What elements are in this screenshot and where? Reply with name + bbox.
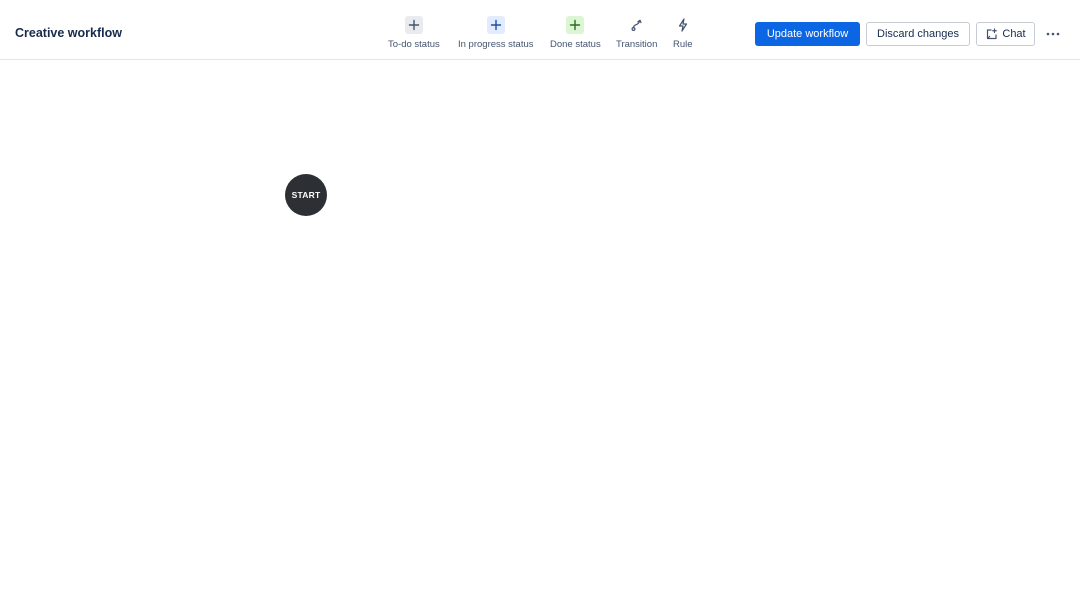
add-rule-button[interactable]: Rule [673, 16, 693, 50]
start-label: START [291, 190, 321, 200]
todo-status-label: To-do status [388, 39, 440, 50]
workflow-canvas[interactable]: START [0, 61, 1080, 608]
plus-icon [566, 16, 585, 34]
more-horizontal-icon [1046, 32, 1060, 36]
plus-icon [486, 16, 505, 34]
in-progress-status-label: In progress status [458, 39, 534, 50]
start-node[interactable]: START [285, 174, 327, 216]
lightning-icon [674, 16, 692, 34]
rule-label: Rule [673, 39, 693, 50]
chat-label: Chat [1002, 28, 1026, 40]
chat-button[interactable]: Chat [976, 22, 1035, 46]
add-todo-status-button[interactable]: To-do status [388, 16, 440, 50]
transition-label: Transition [616, 39, 658, 50]
add-in-progress-status-button[interactable]: In progress status [458, 16, 534, 50]
workflow-header: Creative workflow To-do status In progre… [0, 0, 1080, 60]
done-status-label: Done status [550, 39, 601, 50]
more-actions-button[interactable] [1042, 26, 1064, 42]
discard-changes-button[interactable]: Discard changes [866, 22, 970, 46]
page-title: Creative workflow [15, 26, 122, 40]
chat-edit-icon [985, 27, 998, 41]
add-done-status-button[interactable]: Done status [550, 16, 601, 50]
plus-icon [404, 16, 423, 34]
update-workflow-button[interactable]: Update workflow [755, 22, 860, 46]
transition-icon [628, 16, 646, 34]
add-transition-button[interactable]: Transition [616, 16, 657, 50]
